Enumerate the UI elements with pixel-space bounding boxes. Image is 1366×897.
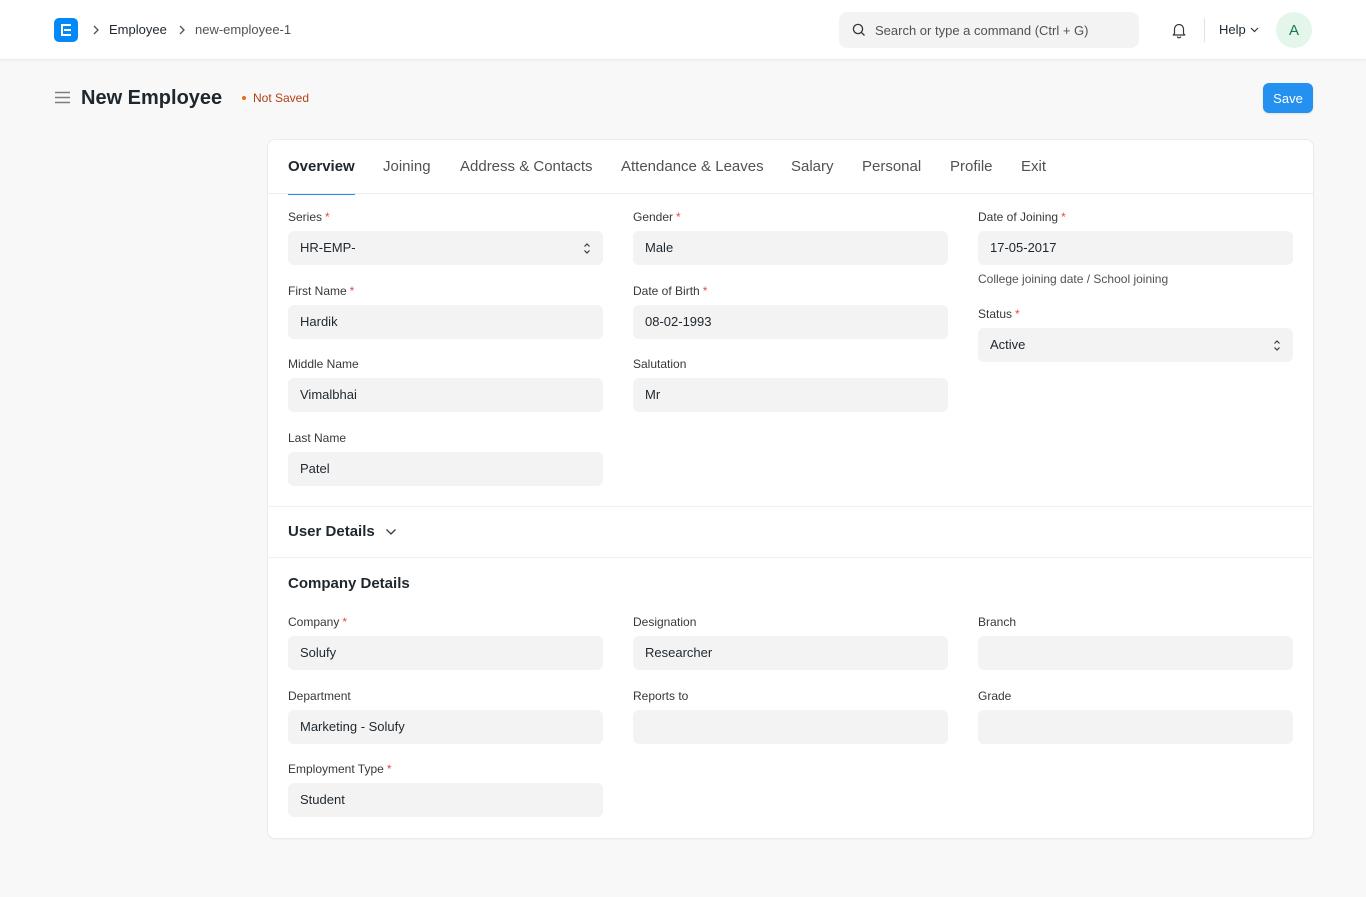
date-of-birth-field[interactable]: 08-02-1993 [633,305,948,339]
select-arrows-icon [584,242,590,254]
designation-field[interactable]: Researcher [633,636,948,670]
branch-field[interactable] [978,636,1293,670]
notification-bell-icon[interactable] [1170,21,1188,39]
select-arrows-icon [1274,339,1280,351]
chevron-down-icon [1250,27,1259,33]
breadcrumb-employee[interactable]: Employee [109,21,167,39]
tab-address-contacts[interactable]: Address & Contacts [460,140,593,194]
chevron-down-icon [385,529,396,535]
app-logo[interactable] [54,18,78,42]
page-title: New Employee [81,87,223,109]
status-label: Not Saved [253,91,310,105]
help-label: Help [1219,22,1246,37]
gender-field[interactable]: Male [633,231,948,265]
search-bar[interactable]: Search or type a command (Ctrl + G) [839,12,1139,48]
reports-to-field[interactable] [633,710,948,744]
first-name-field[interactable]: Hardik [288,305,603,339]
last-name-field[interactable]: Patel [288,452,603,486]
tab-attendance-leaves[interactable]: Attendance & Leaves [621,140,764,194]
department-label: Department [288,689,351,703]
status-label: Status * [978,307,1020,321]
tab-joining[interactable]: Joining [383,140,431,194]
status-badge: Not Saved [242,90,309,106]
series-select[interactable]: HR-EMP- [288,231,603,265]
erpnext-logo-icon [61,24,71,36]
form-card: Overview Joining Address & Contacts Atte… [267,139,1314,839]
status-select[interactable]: Active [978,328,1293,362]
status-value: Active [990,337,1026,352]
date-of-joining-field[interactable]: 17-05-2017 [978,231,1293,265]
middle-name-label: Middle Name [288,357,359,371]
series-value: HR-EMP- [300,240,356,255]
tab-salary[interactable]: Salary [791,140,834,194]
last-name-label: Last Name [288,431,347,445]
save-button[interactable]: Save [1263,83,1313,113]
breadcrumb-current-doc: new-employee-1 [195,22,292,37]
company-label: Company * [288,615,348,629]
user-avatar[interactable]: A [1276,12,1312,48]
department-field[interactable]: Marketing - Solufy [288,710,603,744]
employment-type-label: Employment Type * [288,762,392,776]
tab-profile[interactable]: Profile [950,140,993,194]
reports-to-label: Reports to [633,689,689,703]
breadcrumb-chevron-icon [91,22,101,38]
branch-label: Branch [978,615,1017,629]
company-field[interactable]: Solufy [288,636,603,670]
search-input[interactable]: Search or type a command (Ctrl + G) [875,23,1089,38]
tab-overview[interactable]: Overview [288,140,355,195]
grade-field[interactable] [978,710,1293,744]
salutation-label: Salutation [633,357,687,371]
sidebar-toggle-icon[interactable] [54,89,71,106]
tab-personal[interactable]: Personal [862,140,921,194]
salutation-field[interactable]: Mr [633,378,948,412]
breadcrumb-chevron-icon [177,22,187,38]
date-of-joining-label: Date of Joining * [978,210,1066,224]
company-details-title: Company Details [288,575,410,592]
middle-name-field[interactable]: Vimalbhai [288,378,603,412]
navbar: Employee new-employee-1 Search or type a… [0,0,1366,60]
series-label: Series * [288,210,330,224]
help-dropdown[interactable]: Help [1219,21,1259,39]
gender-label: Gender * [633,210,681,224]
grade-label: Grade [978,689,1012,703]
first-name-label: First Name * [288,284,355,298]
section-divider [268,506,1313,507]
user-details-section-toggle[interactable]: User Details [288,522,397,542]
date-of-joining-description: College joining date / School joining [978,272,1169,286]
section-divider [268,557,1313,558]
status-dot [242,96,246,100]
date-of-birth-label: Date of Birth * [633,284,708,298]
user-details-title: User Details [288,523,375,540]
search-icon [851,22,867,38]
tab-exit[interactable]: Exit [1021,140,1046,194]
employment-type-field[interactable]: Student [288,783,603,817]
form-tabs: Overview Joining Address & Contacts Atte… [268,140,1313,195]
designation-label: Designation [633,615,697,629]
navbar-divider [1204,18,1205,42]
